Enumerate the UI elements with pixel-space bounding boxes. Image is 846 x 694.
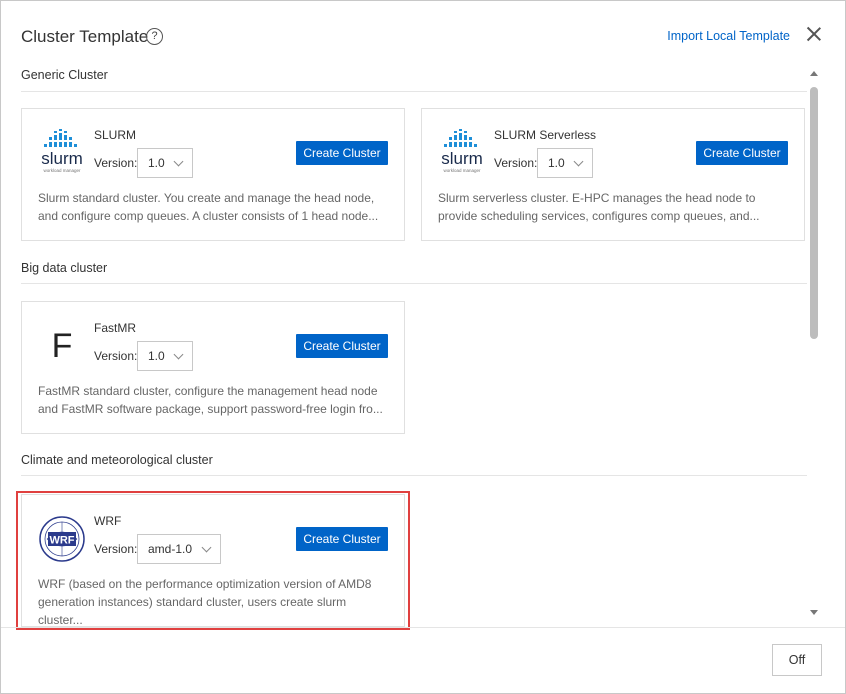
version-value: 1.0: [548, 156, 565, 170]
dialog-title: Cluster Template: [21, 27, 149, 46]
fastmr-logo: F: [51, 327, 73, 365]
create-cluster-button[interactable]: Create Cluster: [696, 141, 788, 165]
create-cluster-button[interactable]: Create Cluster: [296, 141, 388, 165]
version-select[interactable]: 1.0: [537, 148, 593, 178]
description-line: Slurm serverless cluster. E-HPC manages …: [438, 191, 756, 205]
scroll-up-icon[interactable]: [810, 71, 818, 76]
version-label: Version:: [94, 349, 138, 363]
template-description: FastMR standard cluster, configure the m…: [38, 382, 390, 418]
chevron-down-icon: [173, 349, 184, 360]
version-value: 1.0: [148, 349, 165, 363]
footer-divider: [1, 627, 845, 628]
section-divider: [21, 283, 807, 284]
off-button[interactable]: Off: [772, 644, 822, 676]
chevron-down-icon: [573, 156, 584, 167]
template-card-slurm: slurm workload manager SLURM Version: 1.…: [21, 108, 405, 241]
version-value: 1.0: [148, 156, 165, 170]
description-line: provide scheduling services, configures …: [438, 209, 760, 223]
template-name: FastMR: [94, 321, 136, 335]
template-description: Slurm standard cluster. You create and m…: [38, 189, 390, 225]
svg-text:slurm: slurm: [41, 149, 83, 168]
svg-text:slurm: slurm: [441, 149, 483, 168]
question-circle-icon[interactable]: ?: [146, 28, 163, 45]
section-divider: [21, 91, 807, 92]
slurm-logo: slurm workload manager: [441, 129, 483, 173]
section-title-climate: Climate and meteorological cluster: [21, 453, 213, 467]
cluster-template-dialog: Cluster Template ? Import Local Template…: [0, 0, 846, 694]
slurm-logo: slurm workload manager: [41, 129, 83, 173]
template-name: SLURM Serverless: [494, 128, 597, 142]
template-description: Slurm serverless cluster. E-HPC manages …: [438, 189, 790, 225]
scroll-down-icon[interactable]: [810, 610, 818, 615]
section-title-generic: Generic Cluster: [21, 68, 108, 82]
section-divider: [21, 475, 807, 476]
description-line: Slurm standard cluster. You create and m…: [38, 191, 375, 205]
vertical-scrollbar[interactable]: [807, 69, 821, 617]
scrollbar-thumb[interactable]: [810, 87, 818, 339]
version-select[interactable]: 1.0: [137, 148, 193, 178]
template-card-slurm-serverless: slurm workload manager SLURM Serverless …: [421, 108, 805, 241]
description-line: and FastMR software package, support pas…: [38, 402, 383, 416]
version-label: Version:: [94, 156, 138, 170]
chevron-down-icon: [173, 156, 184, 167]
template-card-fastmr: F FastMR Version: 1.0 Create Cluster Fas…: [21, 301, 405, 434]
create-cluster-button[interactable]: Create Cluster: [296, 334, 388, 358]
description-line: FastMR standard cluster, configure the m…: [38, 384, 378, 398]
close-icon[interactable]: [805, 25, 823, 43]
template-name: SLURM: [94, 128, 137, 142]
svg-text:workload manager: workload manager: [443, 168, 481, 173]
description-line: and configure comp queues. A cluster con…: [38, 209, 379, 223]
version-label: Version:: [494, 156, 538, 170]
version-select[interactable]: 1.0: [137, 341, 193, 371]
section-title-big-data: Big data cluster: [21, 261, 108, 275]
svg-text:workload manager: workload manager: [43, 168, 81, 173]
highlight-box: [16, 491, 410, 630]
import-local-template-link[interactable]: Import Local Template: [667, 29, 790, 43]
